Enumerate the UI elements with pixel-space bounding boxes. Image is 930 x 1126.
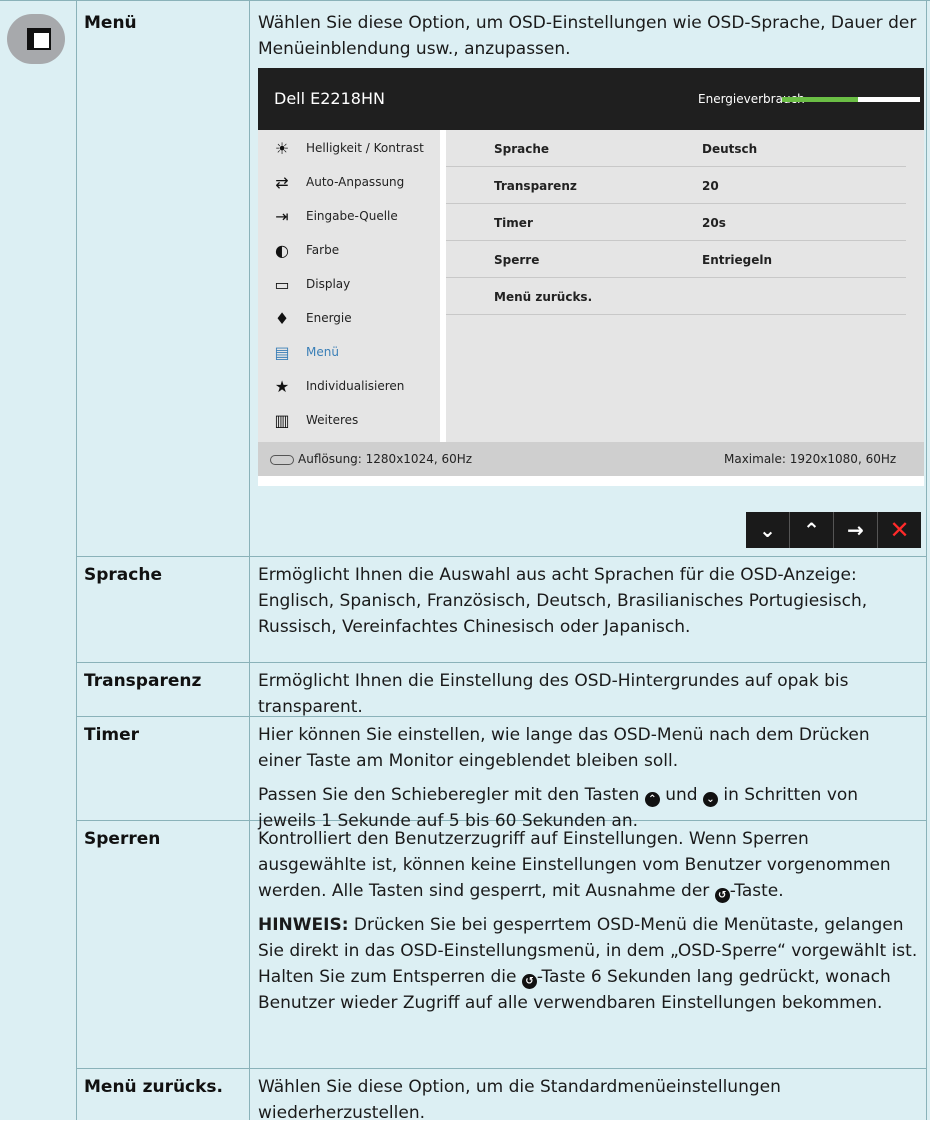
table-divider-label-col: [249, 0, 250, 1120]
osd-button-bar: ⌄ ⌃ → ✕: [516, 512, 924, 548]
energy-bar-fill: [782, 97, 858, 102]
timer-adjust-b: und: [665, 785, 698, 805]
button-divider: [833, 512, 834, 548]
up-button[interactable]: ⌃: [790, 512, 833, 548]
timer-adjust-a: Passen Sie den Schieberegler mit den Tas…: [258, 785, 640, 805]
setting-row[interactable]: Timer 20s: [446, 206, 906, 241]
setting-value: 20s: [702, 216, 726, 230]
table-row-divider: [76, 662, 927, 663]
sidebar-item-label: Menü: [306, 345, 339, 359]
sidebar-item-label: Energie: [306, 311, 352, 325]
row-label-sperren: Sperren: [84, 829, 161, 849]
refresh-icon: ⇄: [275, 173, 289, 192]
table-border-right: [926, 0, 927, 1120]
button-divider: [789, 512, 790, 548]
setting-value: Deutsch: [702, 142, 758, 156]
setting-row[interactable]: Transparenz 20: [446, 169, 906, 204]
sidebar-item-farbe[interactable]: ◐ Farbe: [258, 234, 440, 268]
current-resolution: Auflösung: 1280x1024, 60Hz: [298, 452, 473, 466]
sperren-text-b: -Taste.: [729, 881, 784, 901]
sidebar-item-eingabe-quelle[interactable]: ⇥ Eingabe-Quelle: [258, 200, 440, 234]
setting-row[interactable]: Sperre Entriegeln: [446, 243, 906, 278]
sidebar-item-label: Farbe: [306, 243, 340, 257]
sidebar-item-label: Individualisieren: [306, 379, 405, 393]
energy-bar: [782, 97, 920, 102]
table-divider-icon-col: [76, 0, 77, 1120]
row-label-timer: Timer: [84, 725, 140, 745]
table-row-divider: [76, 1068, 927, 1069]
back-button-icon: ↺: [521, 974, 537, 989]
sidebar-item-label: Eingabe-Quelle: [306, 209, 398, 223]
max-resolution: Maximale: 1920x1080, 60Hz: [724, 452, 897, 466]
row-text-timer: Hier können Sie einstellen, wie lange da…: [258, 722, 918, 834]
timer-description: Hier können Sie einstellen, wie lange da…: [258, 725, 870, 771]
row-text-transparenz: Ermöglicht Ihnen die Einstellung des OSD…: [258, 671, 849, 717]
osd-title: Dell E2218HN: [274, 89, 385, 108]
setting-value: 20: [702, 179, 719, 193]
row-text-sprache: Ermöglicht Ihnen die Auswahl aus acht Sp…: [258, 565, 868, 637]
down-button[interactable]: ⌄: [746, 512, 789, 548]
setting-row[interactable]: Menü zurücks.: [446, 280, 906, 315]
back-button-icon: ↺: [714, 888, 730, 903]
table-row-divider: [76, 556, 927, 557]
row-label-menu: Menü: [84, 13, 137, 33]
sidebar-item-individualisieren[interactable]: ★ Individualisieren: [258, 370, 440, 404]
row-text-sperren: Kontrolliert den Benutzerzugriff auf Ein…: [258, 826, 918, 1016]
button-divider: [877, 512, 878, 548]
sun-icon: ☀: [274, 139, 290, 158]
close-button[interactable]: ✕: [878, 512, 921, 548]
table-border-top: [0, 0, 930, 1]
input-icon: ⇥: [275, 207, 289, 226]
monitor-icon: ▭: [274, 275, 290, 294]
setting-key: Transparenz: [494, 179, 577, 193]
sperren-text-a: Kontrolliert den Benutzerzugriff auf Ein…: [258, 829, 891, 901]
row-label-sprache: Sprache: [84, 565, 162, 585]
row-text-menu: Wählen Sie diese Option, um OSD-Einstell…: [258, 13, 917, 59]
power-icon: ♦: [274, 309, 290, 328]
menu-icon: [7, 14, 65, 64]
sidebar-item-helligkeit-kontrast[interactable]: ☀ Helligkeit / Kontrast: [258, 132, 440, 166]
sperren-description: Kontrolliert den Benutzerzugriff auf Ein…: [258, 826, 918, 904]
osd-sidebar: ☀ Helligkeit / Kontrast ⇄ Auto-Anpassung ⇥ Ei…: [258, 130, 440, 442]
sidebar-item-display[interactable]: ▭ Display: [258, 268, 440, 302]
row-label-reset: Menü zurücks.: [84, 1077, 224, 1097]
note-label: HINWEIS:: [258, 915, 349, 935]
sidebar-item-label: Weiteres: [306, 413, 359, 427]
sperren-note: HINWEIS: Drücken Sie bei gesperrtem OSD-…: [258, 912, 918, 1016]
resolution-icon: [270, 455, 294, 465]
setting-key: Sprache: [494, 142, 550, 156]
sidebar-item-label: Display: [306, 277, 351, 291]
sidebar-item-menü[interactable]: ▤ Menü: [258, 336, 440, 370]
setting-key: Sperre: [494, 253, 540, 267]
menu-icon: ▤: [274, 343, 290, 362]
star-icon: ★: [274, 377, 290, 396]
osd-footer: Auflösung: 1280x1024, 60Hz Maximale: 192…: [258, 442, 924, 476]
setting-row[interactable]: Sprache Deutsch: [446, 132, 906, 167]
sidebar-item-auto-anpassung[interactable]: ⇄ Auto-Anpassung: [258, 166, 440, 200]
sidebar-item-label: Helligkeit / Kontrast: [306, 141, 424, 155]
color-icon: ◐: [275, 241, 289, 260]
sliders-icon: ▥: [274, 411, 290, 430]
row-text-reset: Wählen Sie diese Option, um die Standard…: [258, 1077, 781, 1123]
up-button-icon: ⌃: [644, 792, 660, 807]
sidebar-item-energie[interactable]: ♦ Energie: [258, 302, 440, 336]
setting-key: Timer: [494, 216, 533, 230]
setting-value: Entriegeln: [702, 253, 773, 267]
down-button-icon: ⌄: [702, 792, 718, 807]
osd-settings-panel: Sprache Deutsch Transparenz 20 Timer 20s Sperr…: [446, 130, 924, 442]
sidebar-item-label: Auto-Anpassung: [306, 175, 405, 189]
osd-header: Dell E2218HN Energieverbrauch: [258, 68, 924, 130]
osd-screenshot: Dell E2218HN Energieverbrauch ☀ Helligkei…: [258, 68, 924, 486]
sidebar-item-weiteres[interactable]: ▥ Weiteres: [258, 404, 440, 438]
right-button[interactable]: →: [834, 512, 877, 548]
row-label-transparenz: Transparenz: [84, 671, 202, 691]
setting-key: Menü zurücks.: [494, 290, 593, 304]
